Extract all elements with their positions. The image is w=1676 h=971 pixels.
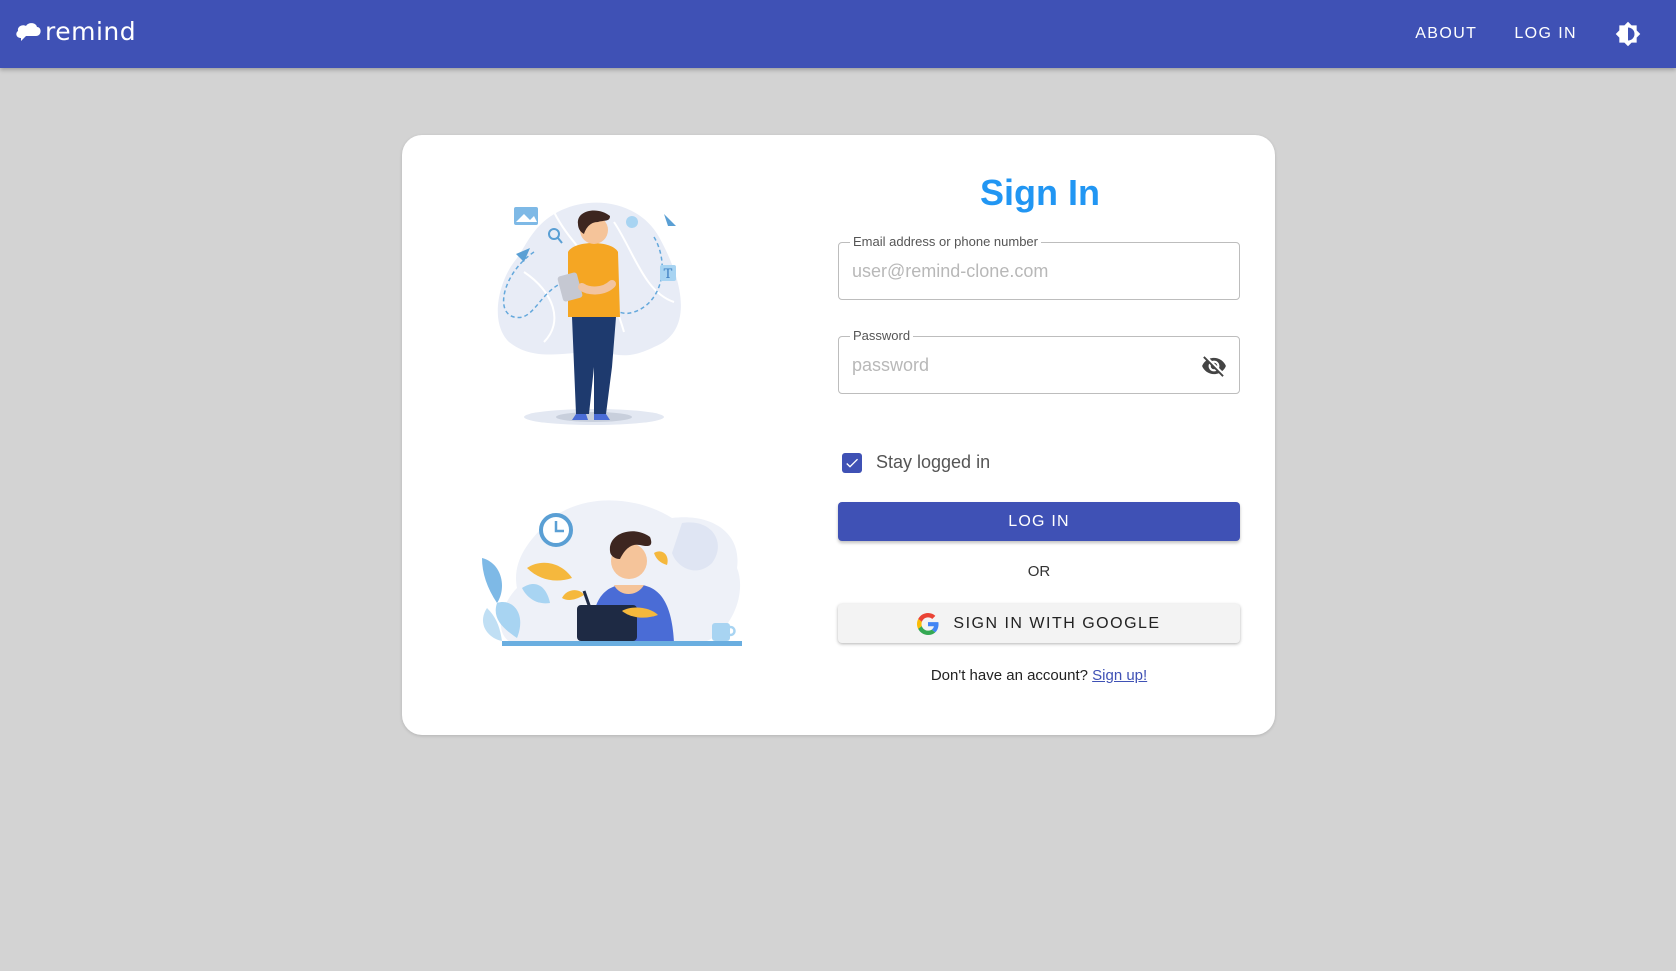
email-field: Email address or phone number <box>838 234 1240 300</box>
signin-card: T Sign In Email address or phone number … <box>402 135 1275 735</box>
visibility-off-icon <box>1202 356 1226 377</box>
page-title: Sign In <box>980 172 1100 213</box>
theme-toggle-button[interactable] <box>1614 20 1642 48</box>
nav-login[interactable]: LOG IN <box>1514 25 1577 43</box>
stay-logged-in-checkbox[interactable] <box>842 452 862 473</box>
toggle-password-visibility-button[interactable] <box>1201 353 1227 379</box>
signup-prompt-text: Don't have an account? <box>930 667 1088 684</box>
brightness-icon <box>1615 21 1641 47</box>
login-button[interactable]: LOG IN <box>838 502 1240 541</box>
checkmark-icon <box>846 458 858 468</box>
logo[interactable]: remind <box>14 17 136 47</box>
google-signin-label: SIGN IN WITH GOOGLE <box>953 614 1161 632</box>
google-signin-button[interactable]: SIGN IN WITH GOOGLE <box>838 604 1240 643</box>
notes-illustration: T <box>497 202 681 425</box>
email-input[interactable] <box>852 243 1192 299</box>
nav-about[interactable]: ABOUT <box>1415 25 1477 43</box>
app-bar: remind ABOUT LOG IN <box>0 0 1676 68</box>
signup-link[interactable]: Sign up! <box>1092 667 1147 684</box>
stay-logged-in: Stay logged in <box>842 452 990 473</box>
password-input[interactable] <box>852 337 1192 393</box>
cloud-logo-icon <box>16 23 41 41</box>
google-icon <box>917 612 939 635</box>
svg-text:T: T <box>664 267 673 282</box>
or-divider: OR <box>1027 563 1051 580</box>
stay-logged-in-label: Stay logged in <box>876 452 991 472</box>
tablet-illustration <box>482 500 742 646</box>
top-nav: ABOUT LOG IN <box>1415 0 1676 68</box>
logo-text: remind <box>45 17 137 46</box>
password-field: Password <box>838 328 1240 394</box>
signup-prompt: Don't have an account? Sign up! <box>838 667 1240 684</box>
